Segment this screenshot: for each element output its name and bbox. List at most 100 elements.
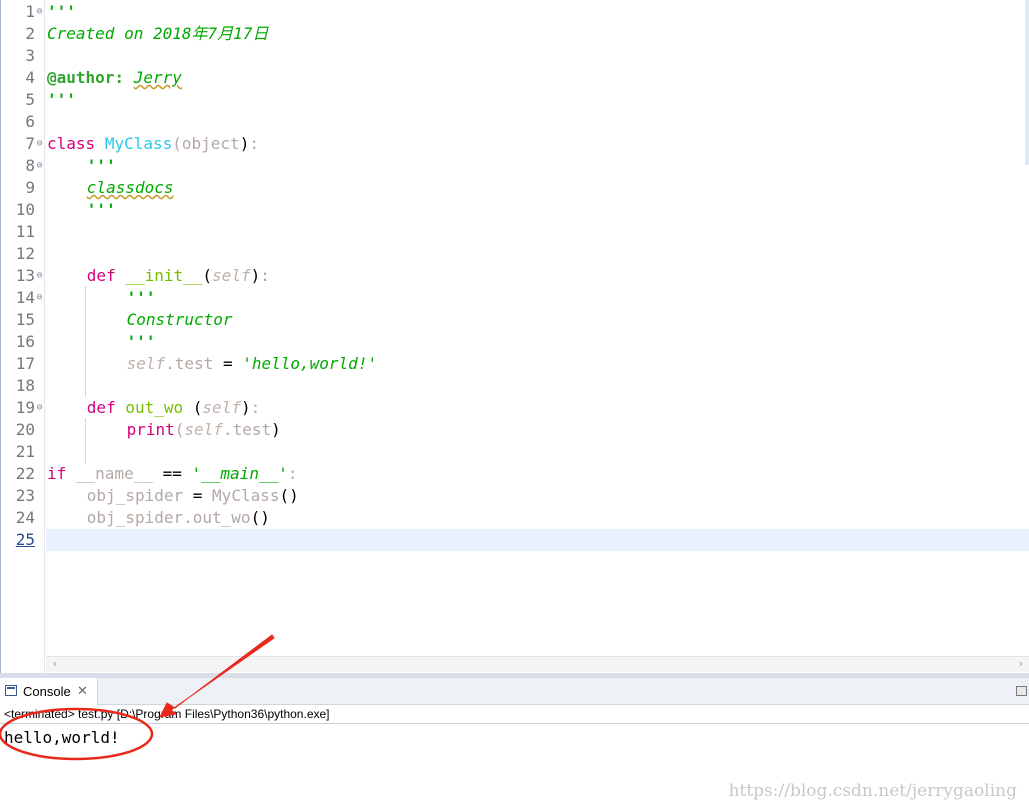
line-number: 14 bbox=[15, 288, 35, 307]
code-line[interactable] bbox=[47, 221, 1029, 243]
code-token: ''' bbox=[126, 332, 156, 351]
code-line[interactable] bbox=[47, 375, 1029, 397]
code-token: if bbox=[47, 464, 67, 483]
fold-toggle-icon[interactable]: ⊖ bbox=[35, 139, 44, 149]
scroll-right-arrow-icon[interactable]: › bbox=[1014, 657, 1028, 671]
horizontal-scrollbar[interactable]: ‹ › bbox=[46, 656, 1029, 672]
code-token: obj_spider.out_wo bbox=[86, 508, 251, 527]
code-line[interactable] bbox=[47, 441, 1029, 463]
code-token: ) bbox=[271, 420, 281, 439]
line-number: 20 bbox=[15, 420, 35, 439]
tab-console[interactable]: Console ✕ bbox=[0, 678, 98, 705]
scroll-left-arrow-icon[interactable]: ‹ bbox=[48, 657, 62, 671]
line-number: 8 bbox=[25, 156, 35, 175]
line-number: 5 bbox=[25, 90, 35, 109]
fold-toggle-icon[interactable]: ⊖ bbox=[35, 403, 44, 413]
code-token: ''' bbox=[86, 200, 116, 219]
code-token: Jerry bbox=[133, 68, 182, 87]
code-token: () bbox=[279, 486, 299, 505]
line-number: 18 bbox=[15, 376, 35, 395]
code-line[interactable]: Constructor bbox=[47, 309, 1029, 331]
maximize-icon[interactable] bbox=[1016, 686, 1027, 696]
code-token: .test bbox=[222, 420, 272, 439]
code-line[interactable] bbox=[47, 45, 1029, 67]
code-token: self bbox=[212, 266, 251, 285]
code-editor[interactable]: 1 ⊖ 2 3 4 5 6 7 ⊖ 8 ⊖ 9 10 11 12 13 ⊖ 14 ⊖ 15 16 17 18 19 ⊖ 20 21 2… bbox=[0, 0, 1029, 673]
console-tab-label: Console bbox=[23, 684, 71, 699]
line-number: 6 bbox=[25, 112, 35, 131]
code-token: .test bbox=[165, 354, 214, 373]
code-token: = bbox=[222, 354, 233, 373]
line-number: 10 bbox=[15, 200, 35, 219]
code-line[interactable]: ''' bbox=[47, 199, 1029, 221]
line-number: 17 bbox=[15, 354, 35, 373]
code-token: ) bbox=[240, 398, 251, 417]
close-icon[interactable]: ✕ bbox=[77, 678, 88, 705]
code-token: Constructor bbox=[126, 310, 233, 329]
code-line[interactable]: self.test = 'hello,world!' bbox=[47, 353, 1029, 375]
code-token: ) bbox=[250, 266, 261, 285]
code-token: ''' bbox=[86, 156, 116, 175]
code-token: self bbox=[126, 354, 166, 373]
code-token: 'hello,world!' bbox=[242, 354, 378, 373]
code-line[interactable]: ''' bbox=[47, 155, 1029, 177]
line-number: 3 bbox=[25, 46, 35, 65]
code-line[interactable]: ''' bbox=[47, 287, 1029, 309]
fold-toggle-icon[interactable]: ⊖ bbox=[35, 271, 44, 281]
code-line[interactable]: if __name__ == '__main__': bbox=[47, 463, 1029, 485]
line-number: 2 bbox=[25, 24, 35, 43]
code-token: ( bbox=[174, 420, 185, 439]
code-token: out_wo bbox=[125, 398, 184, 417]
code-line[interactable] bbox=[46, 529, 1029, 551]
code-line[interactable]: ''' bbox=[47, 89, 1029, 111]
code-line[interactable]: ''' bbox=[47, 331, 1029, 353]
console-output[interactable]: hello,world! bbox=[4, 728, 120, 747]
code-token: ( bbox=[172, 134, 182, 153]
code-token: self bbox=[202, 398, 241, 417]
code-line[interactable]: @author: Jerry bbox=[47, 67, 1029, 89]
watermark-text: https://blog.csdn.net/jerrygaoling bbox=[728, 781, 1017, 801]
code-token: class bbox=[47, 134, 96, 153]
code-line[interactable]: ''' bbox=[47, 1, 1029, 23]
code-line[interactable]: class MyClass(object): bbox=[47, 133, 1029, 155]
code-line[interactable]: def out_wo (self): bbox=[47, 397, 1029, 419]
code-token: def bbox=[86, 398, 116, 417]
line-number: 11 bbox=[15, 222, 35, 241]
code-line[interactable]: Created on 2018年7月17日 bbox=[47, 23, 1029, 45]
code-token: __init__ bbox=[125, 266, 203, 285]
line-number: 16 bbox=[15, 332, 35, 351]
line-number: 12 bbox=[15, 244, 35, 263]
line-number: 15 bbox=[15, 310, 35, 329]
code-line[interactable] bbox=[47, 243, 1029, 265]
code-token: ''' bbox=[126, 288, 156, 307]
line-number: 24 bbox=[15, 508, 35, 527]
line-number: 13 bbox=[15, 266, 35, 285]
code-token: ''' bbox=[47, 90, 76, 109]
code-token: object bbox=[181, 134, 240, 153]
code-token: ''' bbox=[47, 2, 76, 21]
fold-toggle-icon[interactable]: ⊖ bbox=[35, 293, 44, 303]
code-token: def bbox=[86, 266, 116, 285]
line-number: 21 bbox=[15, 442, 35, 461]
code-line[interactable]: obj_spider.out_wo() bbox=[47, 507, 1029, 529]
code-token: () bbox=[250, 508, 270, 527]
code-token: print bbox=[126, 420, 175, 439]
code-line[interactable]: classdocs bbox=[47, 177, 1029, 199]
code-line[interactable] bbox=[47, 111, 1029, 133]
fold-toggle-icon[interactable]: ⊖ bbox=[35, 7, 44, 17]
code-token: == bbox=[162, 464, 182, 483]
code-token: : bbox=[250, 398, 261, 417]
code-line[interactable]: obj_spider = MyClass() bbox=[47, 485, 1029, 507]
fold-toggle-icon[interactable]: ⊖ bbox=[35, 161, 44, 171]
code-token: '__main__' bbox=[191, 464, 288, 483]
console-status-text: <terminated> test.py [D:\Program Files\P… bbox=[4, 707, 330, 721]
code-token: __name__ bbox=[75, 464, 153, 483]
code-line[interactable]: print(self.test) bbox=[47, 419, 1029, 441]
code-line[interactable]: def __init__(self): bbox=[47, 265, 1029, 287]
